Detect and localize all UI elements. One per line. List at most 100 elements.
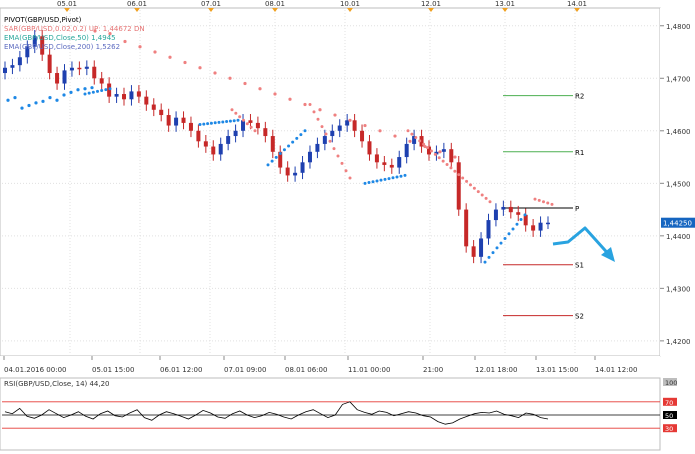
sar-dot: [287, 144, 291, 148]
candle-body: [367, 141, 372, 155]
sar-dot: [270, 159, 274, 163]
sar-dot: [83, 87, 87, 91]
candle-body: [464, 209, 469, 247]
sar-dot: [278, 152, 282, 156]
price-pane[interactable]: [0, 7, 661, 357]
rsi-pane[interactable]: [0, 377, 661, 451]
candle-body: [471, 246, 476, 257]
rsi-level-label: 100: [665, 379, 677, 387]
candle-body: [456, 162, 461, 210]
sar-dot: [488, 200, 492, 204]
pivot-label-r1: R1: [575, 149, 584, 157]
candle-body: [389, 164, 394, 168]
sar-dot: [183, 60, 187, 65]
candle-body: [293, 172, 298, 176]
candle-body: [136, 91, 141, 97]
candle-body: [55, 73, 60, 84]
sar-dot: [507, 232, 511, 236]
candle-body: [493, 209, 498, 221]
candle-body: [196, 130, 201, 142]
sar-dot: [87, 91, 91, 95]
top-date-label: 06.01: [127, 0, 147, 8]
top-date-label: 08.01: [265, 0, 285, 8]
sar-dot: [422, 142, 426, 146]
sar-dot: [468, 183, 472, 187]
bottom-date-label: 14.01 12:00: [595, 366, 637, 374]
top-date-label: 05.01: [57, 0, 77, 8]
sar-dot: [410, 132, 414, 136]
sar-dot: [550, 202, 554, 206]
sar-dot: [202, 122, 206, 126]
candle-body: [174, 117, 179, 126]
sar-dot: [123, 39, 127, 44]
top-date-label: 14.01: [567, 0, 587, 8]
candle-body: [345, 120, 350, 126]
sar-dot: [503, 236, 507, 240]
sar-dot: [363, 181, 367, 185]
sar-dot: [228, 119, 232, 123]
sar-dot: [393, 134, 397, 138]
candle-body: [486, 220, 491, 239]
sar-dot: [225, 120, 229, 124]
candle-body: [84, 66, 89, 69]
sar-dot: [511, 227, 515, 231]
bottom-date-label: 12.01 18:00: [475, 366, 517, 374]
candle-body: [516, 212, 521, 215]
candle-body: [211, 146, 216, 155]
sar-dot: [273, 92, 277, 96]
sar-dot: [253, 129, 257, 133]
pivot-label-r2: R2: [575, 93, 584, 101]
candle-body: [285, 167, 290, 176]
sar-dot: [399, 174, 403, 178]
candle-body: [226, 136, 231, 144]
sar-dot: [266, 163, 270, 167]
candle-body: [166, 115, 171, 126]
candle-body: [546, 222, 550, 225]
sar-dot: [429, 149, 433, 153]
sar-dot: [438, 150, 442, 154]
sar-dot: [437, 156, 441, 160]
candle-body: [77, 67, 82, 70]
sar-dot: [104, 88, 108, 92]
legend-ema50: EMA(GBP/USD,Close,50) 1,4945: [4, 34, 116, 42]
candle-body: [62, 70, 67, 84]
sar-dot: [406, 129, 410, 133]
sar-dot: [483, 260, 487, 264]
sar-dot: [408, 139, 412, 143]
sar-dot: [476, 190, 480, 194]
candle-body: [374, 154, 379, 163]
sar-dot: [312, 110, 316, 114]
sar-dot: [344, 169, 348, 173]
candle-body: [241, 120, 246, 131]
sar-dot: [348, 118, 352, 122]
sar-dot: [461, 176, 465, 180]
sar-dot: [13, 96, 17, 100]
sar-dot: [542, 200, 545, 204]
candle-body: [307, 151, 312, 163]
bottom-date-label: 08.01 06:00: [285, 366, 327, 374]
legend-ema200: EMA(GBP/USD,Close,200) 1,5262: [4, 43, 121, 51]
sar-dot: [258, 87, 262, 91]
sar-dot: [348, 176, 352, 180]
sar-dot: [243, 81, 247, 86]
legend-sar-label: SAR(GBP/USD,0.02,0.2): [4, 25, 87, 33]
sar-dot: [76, 88, 80, 92]
candle-body: [255, 122, 260, 129]
sar-dot: [533, 197, 537, 201]
sar-dot: [480, 193, 484, 197]
trading-chart[interactable]: 05.01 06.01 07.01 08.01 10.01 12.01 13.01 14.01…: [0, 0, 695, 452]
sar-dot: [324, 132, 328, 136]
bottom-date-label: 04.01.2016 00:00: [4, 366, 66, 374]
sar-dot: [453, 169, 457, 173]
candle-body: [263, 128, 268, 137]
sar-dot: [299, 133, 303, 137]
sar-dot: [318, 108, 322, 112]
sar-dot: [228, 76, 232, 80]
candle-body: [69, 67, 74, 71]
pivot-label-p: P: [575, 205, 579, 213]
candle-body: [397, 157, 402, 168]
sar-dot: [303, 129, 307, 133]
candle-body: [129, 91, 134, 100]
top-date-label: 12.01: [421, 0, 441, 8]
sar-dot: [414, 136, 418, 140]
